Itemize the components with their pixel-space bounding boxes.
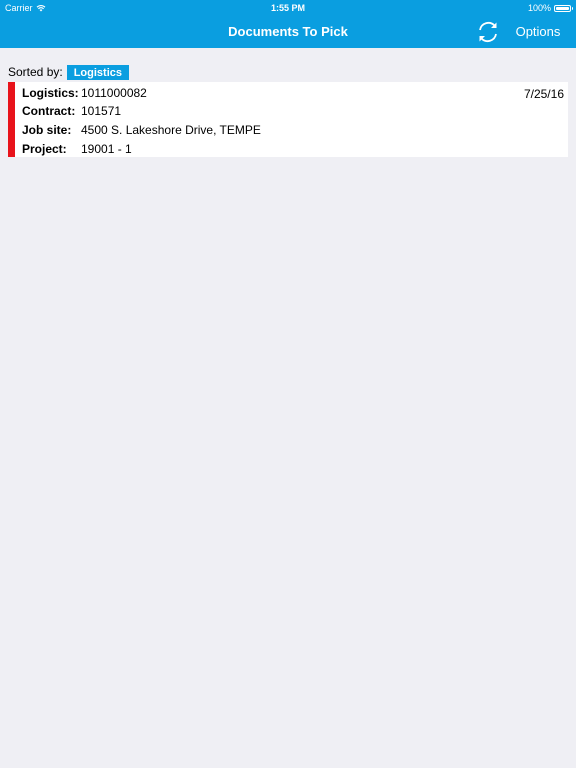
sort-row: Sorted by: Logistics [8,64,129,80]
logistics-value: 1011000082 [81,86,147,100]
job-site-label: Job site: [22,123,72,137]
document-card[interactable]: Logistics: 1011000082 Contract: 101571 J… [8,82,568,157]
logistics-label: Logistics: [22,86,79,100]
refresh-button[interactable] [474,18,502,46]
battery-info: 100% [527,3,573,13]
refresh-icon [479,22,497,42]
status-time: 1:55 PM [270,3,305,13]
contract-row: Contract: 101571 [22,102,121,120]
contract-value: 101571 [81,104,122,118]
status-bar: Carrier 1:55 PM 100% [0,0,576,16]
contract-label: Contract: [22,104,76,118]
battery-percent: 100% [527,3,551,13]
document-date: 7/25/16 [523,87,564,101]
logistics-row: Logistics: 1011000082 [22,84,147,102]
battery-icon [554,4,573,12]
nav-bar: Documents To Pick Options [0,16,576,48]
sort-label: Sorted by: [8,65,63,79]
project-value: 19001 - 1 [81,142,132,156]
project-label: Project: [22,142,67,156]
sort-chip[interactable]: Logistics [66,64,129,80]
job-site-value: 4500 S. Lakeshore Drive, TEMPE [81,123,261,137]
options-button[interactable]: Options [509,24,567,39]
project-row: Project: 19001 - 1 [22,140,132,158]
job-site-row: Job site: 4500 S. Lakeshore Drive, TEMPE [22,121,261,139]
status-stripe [8,82,15,157]
